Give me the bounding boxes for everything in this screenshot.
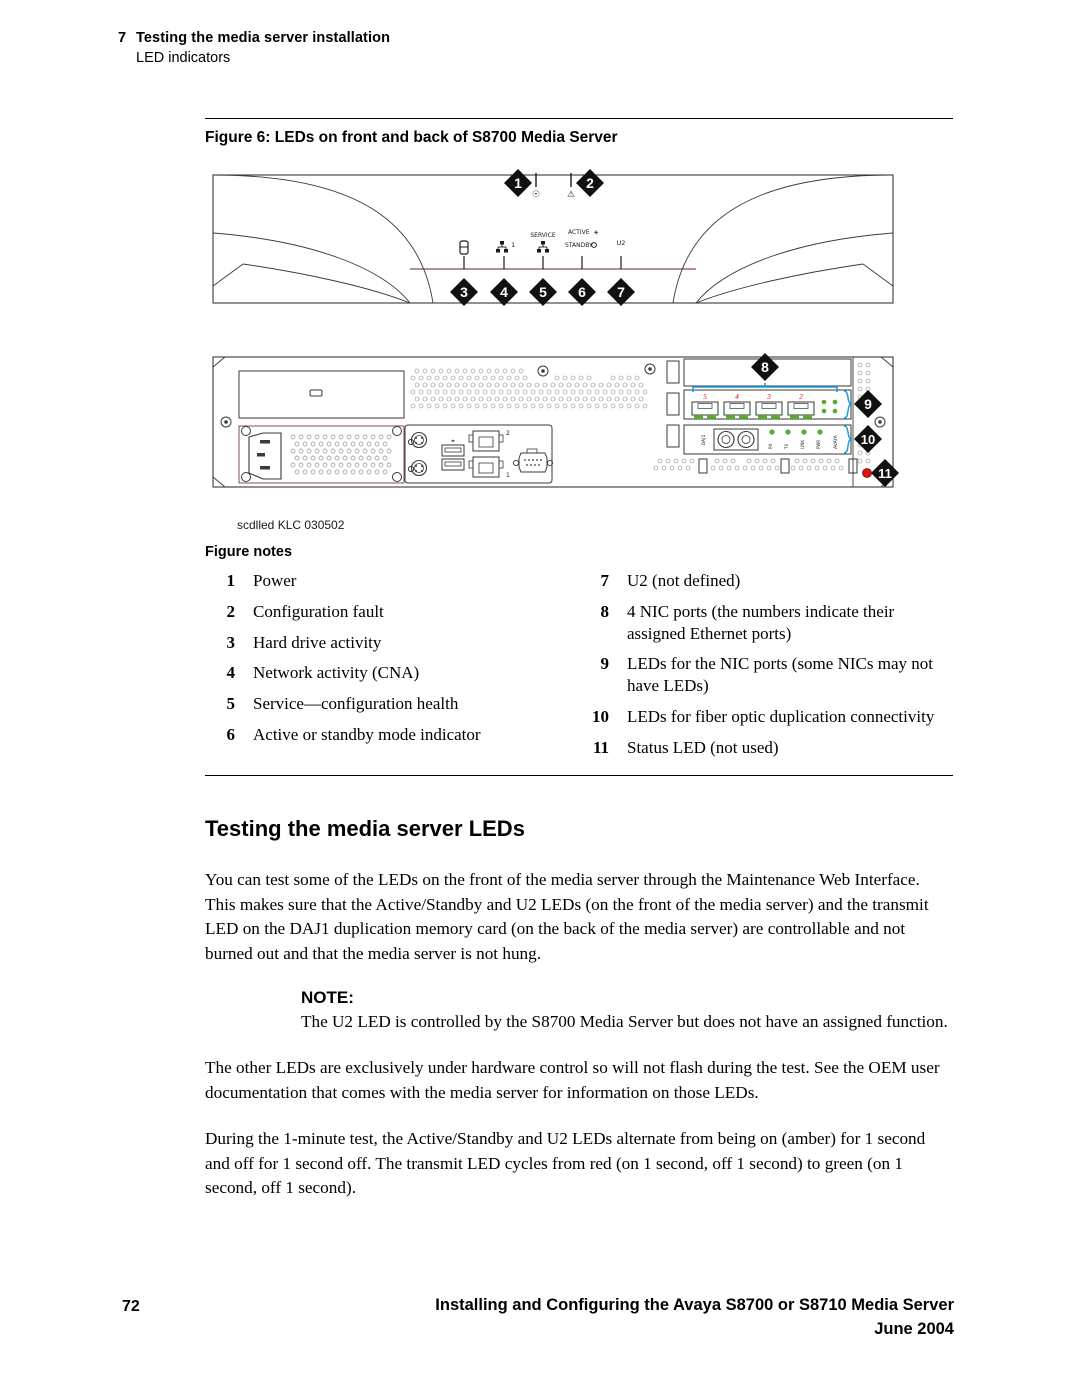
figure-note-item: 5 Service—configuration health	[205, 693, 579, 715]
front-service-label: SERVICE	[530, 232, 556, 239]
figure-notes-title: Figure notes	[205, 544, 293, 560]
front-panel-drawing: ☉ ⚠ 1 SERVICE ACTIVE ☀ STANDBY U2 1 2 3 …	[212, 169, 894, 306]
figure-notes-left-column: 1 Power 2 Configuration fault 3 Hard dri…	[205, 570, 579, 767]
front-nic-port-number: 1	[511, 241, 515, 249]
note-label: NOTE:	[301, 987, 354, 1007]
footer-document-info: Installing and Configuring the Avaya S87…	[435, 1294, 954, 1342]
svg-text:11: 11	[878, 466, 892, 481]
svg-text:9: 9	[864, 396, 872, 412]
figure-note-number: 3	[226, 632, 236, 652]
note-callout: NOTE: The U2 LED is controlled by the S8…	[205, 988, 953, 1034]
figure-note-number: 4	[226, 663, 236, 683]
figure-note-text: Hard drive activity	[253, 632, 382, 652]
note-body-text: The U2 LED is controlled by the S8700 Me…	[301, 1011, 948, 1031]
figure-note-number: 9	[600, 654, 610, 674]
body-paragraph-3: During the 1-minute test, the Active/Sta…	[205, 1129, 926, 1198]
figure-note-item: 9 LEDs for the NIC ports (some NICs may …	[579, 653, 953, 697]
figure-note-text: LEDs for the NIC ports (some NICs may no…	[627, 654, 933, 695]
figure-note-number: 8	[600, 601, 610, 621]
svg-text:7: 7	[617, 284, 625, 300]
s8700-media-server-illustration: ☉ ⚠ 1 SERVICE ACTIVE ☀ STANDBY U2 1 2 3 …	[212, 169, 899, 488]
body-paragraph-1: You can test some of the LEDs on the fro…	[205, 870, 929, 963]
figure-note-text: Status LED (not used)	[627, 737, 779, 757]
figure-note-text: Service—configuration health	[253, 694, 459, 713]
figure-note-text: U2 (not defined)	[627, 571, 741, 590]
svg-text:4: 4	[500, 284, 508, 300]
svg-text:5: 5	[539, 284, 547, 300]
figure-note-item: 1 Power	[205, 570, 579, 592]
front-standby-label: STANDBY	[565, 242, 593, 249]
figure-note-item: 11 Status LED (not used)	[579, 737, 953, 759]
page-number: 72	[122, 1298, 140, 1315]
svg-text:1: 1	[506, 472, 510, 479]
footer-doc-title: Installing and Configuring the Avaya S87…	[435, 1296, 954, 1314]
figure-note-text: LEDs for fiber optic duplication connect…	[627, 706, 935, 726]
figure-note-number: 2	[226, 601, 236, 621]
figure-note-number: 7	[600, 571, 610, 590]
figure-artwork: ☉ ⚠ 1 SERVICE ACTIVE ☀ STANDBY U2 1 2 3 …	[205, 161, 953, 532]
svg-text:2: 2	[586, 175, 594, 191]
active-sun-icon: ☀	[593, 229, 599, 237]
figure-note-item: 6 Active or standby mode indicator	[205, 724, 579, 746]
figure-note-item: 10 LEDs for fiber optic duplication conn…	[579, 706, 953, 728]
figure-top-rule	[205, 118, 953, 119]
figure-note-text: Power	[253, 571, 297, 590]
svg-text:10: 10	[861, 432, 875, 447]
svg-text:TX: TX	[784, 444, 789, 450]
body-paragraph-2: The other LEDs are exclusively under har…	[205, 1058, 940, 1102]
figure-note-number: 5	[226, 694, 236, 713]
page-content: Figure 6: LEDs on front and back of S870…	[205, 0, 953, 1222]
svg-text:LINK: LINK	[800, 440, 805, 449]
figure-note-number: 6	[226, 724, 236, 744]
nic-port-label-2: 2	[799, 392, 803, 401]
status-led	[862, 468, 872, 478]
fiber-card-silkscreen: DAJ1	[701, 435, 707, 446]
figure-note-item: 4 Network activity (CNA)	[205, 662, 579, 684]
figure-caption: Figure 6: LEDs on front and back of S870…	[205, 129, 618, 146]
figure-note-text: Active or standby mode indicator	[253, 724, 481, 744]
figure-note-text: Configuration fault	[253, 601, 384, 621]
back-panel-drawing: ⌖ 2 1 5 4 3 2 DAJ1 RX TX LINK PWR AVAYA …	[212, 353, 899, 488]
figure-note-item: 3 Hard drive activity	[205, 632, 579, 654]
figure-notes-right-column: 7 U2 (not defined) 8 4 NIC ports (the nu…	[579, 570, 953, 767]
figure-note-item: 8 4 NIC ports (the numbers indicate thei…	[579, 601, 953, 645]
svg-text:1: 1	[514, 175, 522, 191]
figure-note-item: 2 Configuration fault	[205, 601, 579, 623]
svg-text:8: 8	[761, 359, 769, 375]
figure-note-number: 10	[592, 706, 609, 726]
figure-notes-grid: 1 Power 2 Configuration fault 3 Hard dri…	[205, 570, 953, 767]
figure-bottom-rule	[205, 775, 953, 777]
figure-note-number: 11	[592, 737, 609, 757]
front-u2-label: U2	[617, 239, 626, 247]
chapter-number: 7	[118, 30, 127, 46]
front-active-label: ACTIVE	[568, 229, 590, 236]
page-title: Testing the media server LEDs	[205, 816, 525, 842]
nic-port-label-5: 5	[703, 392, 707, 401]
svg-text:⌖: ⌖	[451, 437, 455, 445]
figure-art-credit: scdlled KLC 030502	[237, 518, 345, 532]
svg-text:6: 6	[578, 284, 586, 300]
figure-note-item: 7 U2 (not defined)	[579, 570, 953, 592]
svg-text:PWR: PWR	[816, 440, 821, 449]
footer-date: June 2004	[874, 1319, 954, 1338]
figure-note-text: 4 NIC ports (the numbers indicate their …	[627, 601, 895, 643]
nic-port-label-4: 4	[735, 392, 739, 401]
svg-text:3: 3	[460, 284, 468, 300]
svg-text:AVAYA: AVAYA	[833, 434, 839, 449]
svg-text:⚠: ⚠	[567, 190, 575, 200]
svg-text:☉: ☉	[532, 190, 540, 200]
figure-note-text: Network activity (CNA)	[253, 663, 420, 683]
svg-text:2: 2	[506, 430, 510, 437]
svg-text:RX: RX	[768, 443, 773, 449]
figure-note-number: 1	[226, 571, 236, 590]
nic-port-label-3: 3	[766, 392, 771, 401]
